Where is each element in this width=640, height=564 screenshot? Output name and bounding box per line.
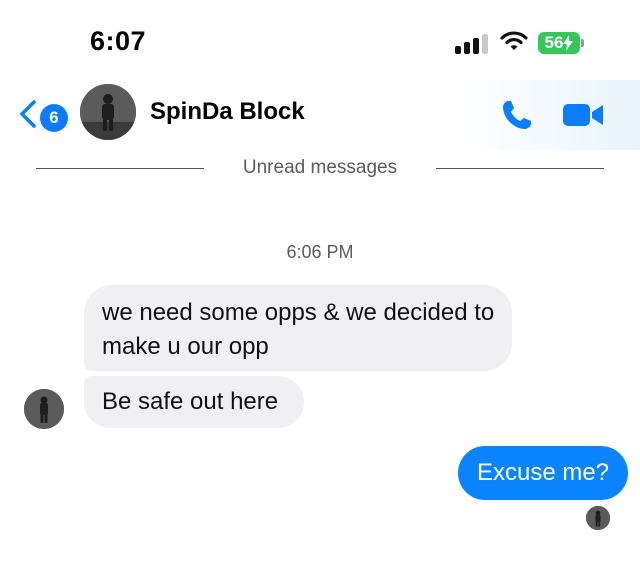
cellular-signal-icon [455, 34, 489, 54]
phone-icon[interactable] [500, 98, 534, 132]
wifi-icon [500, 31, 528, 50]
outgoing-message-bubble[interactable]: Excuse me? [458, 446, 628, 500]
read-receipt-avatar [586, 506, 610, 530]
battery-tip [581, 39, 584, 47]
contact-name[interactable]: SpinDa Block [150, 98, 305, 126]
status-time: 6:07 [90, 26, 147, 56]
status-bar: 6:07 56 [0, 0, 640, 80]
message-timestamp: 6:06 PM [286, 242, 354, 262]
battery-indicator: 56 [538, 32, 580, 54]
battery-level: 56 [544, 33, 564, 52]
unread-divider: Unread messages [0, 150, 640, 190]
charging-bolt-icon [563, 35, 574, 51]
unread-count-badge[interactable]: 6 [40, 104, 68, 132]
divider-line-right [436, 168, 604, 169]
video-camera-icon[interactable] [562, 100, 604, 130]
contact-avatar[interactable] [80, 84, 136, 140]
incoming-message-bubble[interactable]: Be safe out here [84, 376, 304, 428]
incoming-message-bubble[interactable]: we need some opps & we decided to make u… [84, 285, 512, 371]
sender-avatar[interactable] [24, 389, 64, 429]
